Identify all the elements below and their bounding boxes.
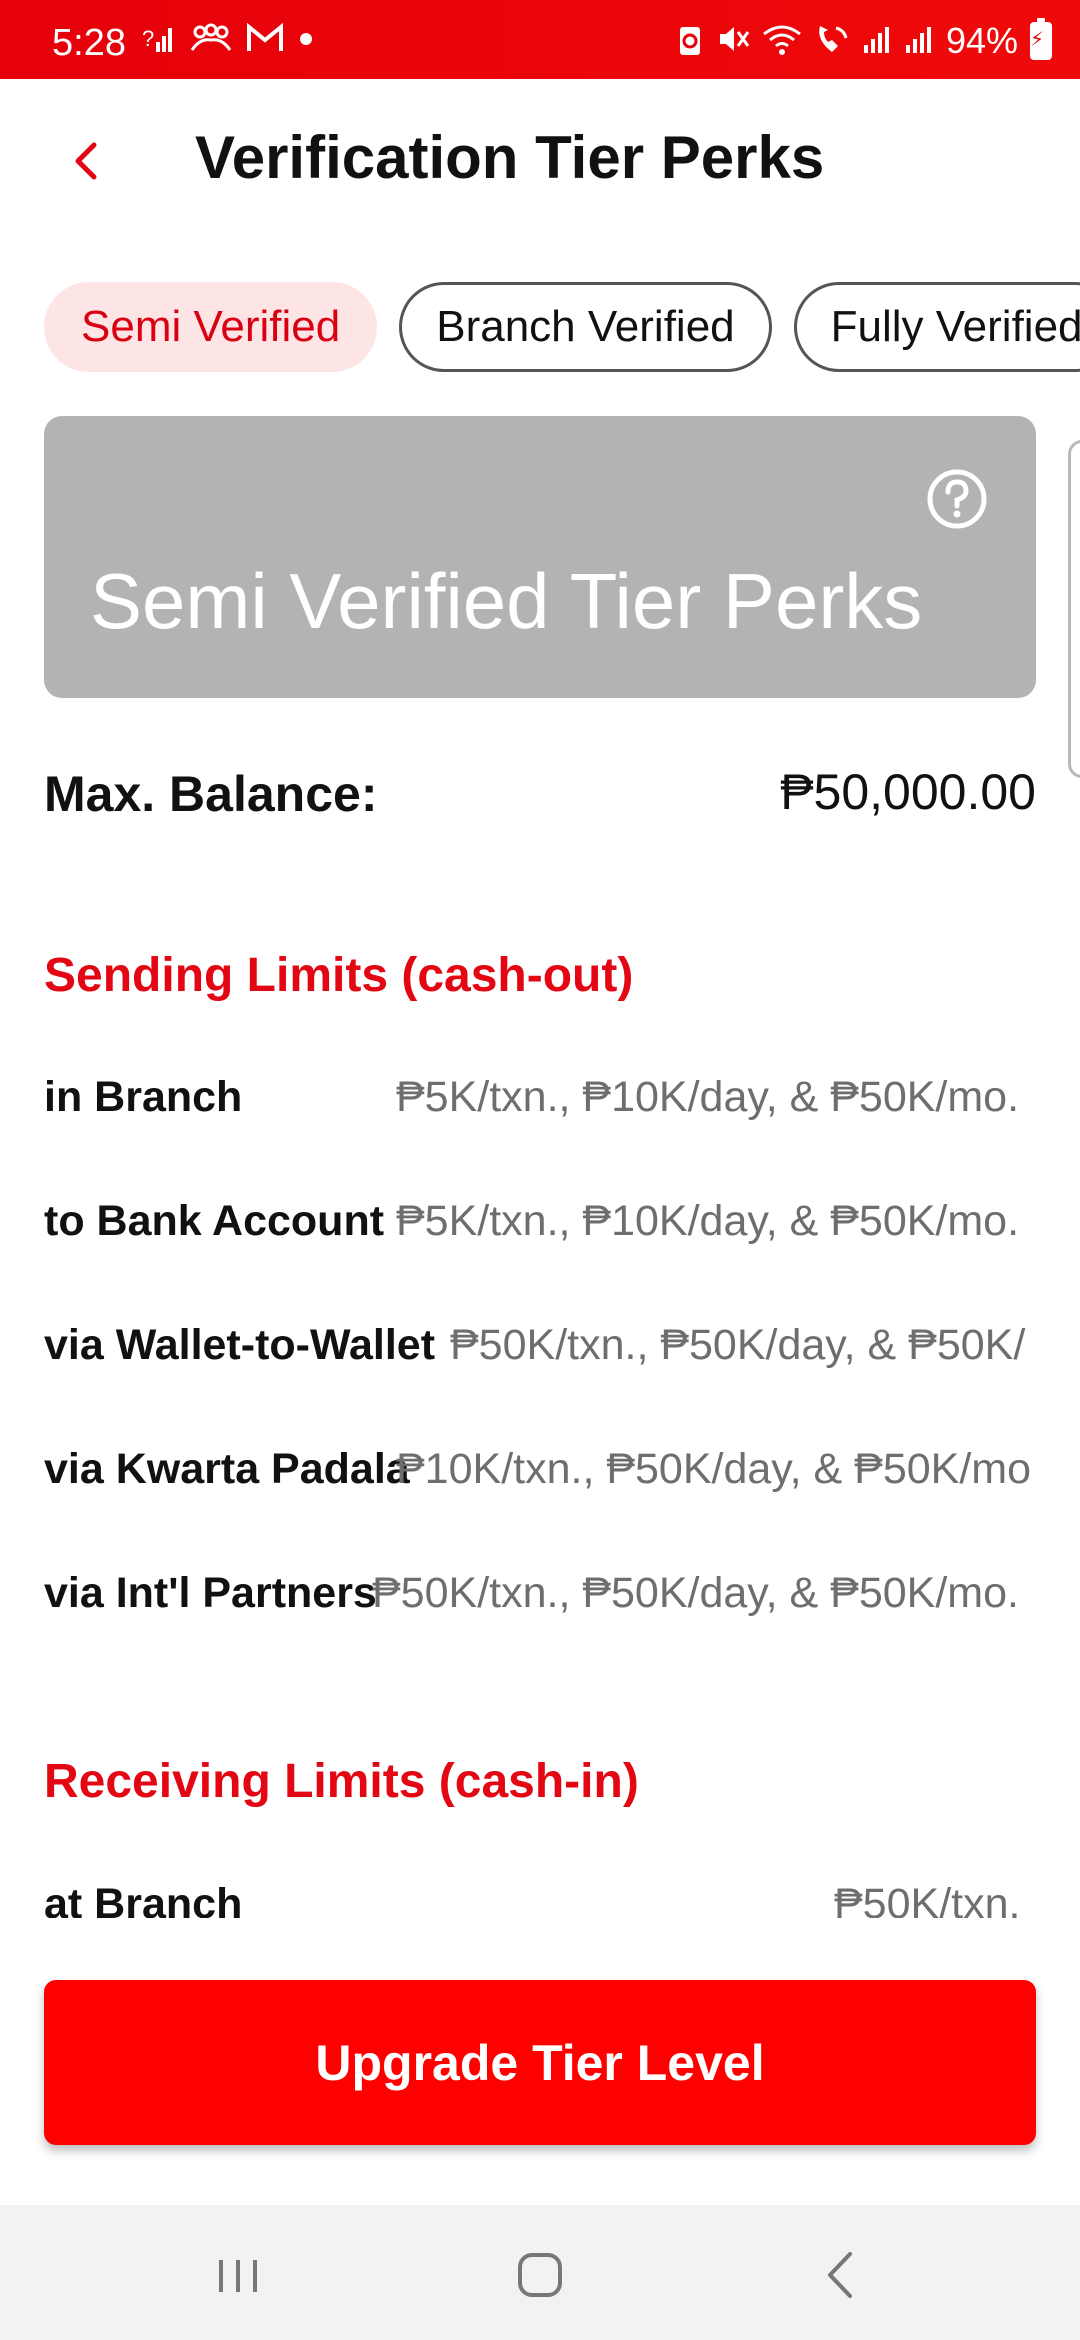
limit-label: to Bank Account [44,1197,385,1245]
screen: 5:28 ? 94% ⚡ Verification Tier Perks Sem… [0,0,1080,2340]
limit-label: via Int'l Partners [44,1569,377,1617]
upgrade-tier-button[interactable]: Upgrade Tier Level [44,1980,1036,2145]
system-nav-bar [0,2205,1080,2340]
home-icon [518,2253,562,2297]
tier-perks-card: Semi Verified Tier Perks [44,416,1036,698]
limit-row-intl-partners: via Int'l Partners ₱50K/txn., ₱50K/day, … [44,1569,1080,1629]
sending-limits-title: Sending Limits (cash-out) [44,949,634,1002]
battery-charging-icon [1030,18,1052,60]
limit-label: at Branch [44,1880,243,1918]
tier-tabs: Semi Verified Branch Verified Fully Veri… [44,282,1080,372]
next-card-peek[interactable] [1068,440,1080,778]
tab-branch-verified[interactable]: Branch Verified [399,282,772,372]
limit-value: ₱5K/txn., ₱10K/day, & ₱50K/mo. [396,1073,1020,1121]
limit-value: ₱5K/txn., ₱10K/day, & ₱50K/mo. [396,1197,1020,1245]
wifi-icon [762,22,802,61]
recents-button[interactable] [203,2240,273,2310]
gmail-icon [246,22,284,62]
max-balance-value: ₱50,000.00 [780,764,1036,820]
limit-row-bank-account: to Bank Account ₱5K/txn., ₱10K/day, & ₱5… [44,1197,1080,1257]
limit-row-wallet-to-wallet: via Wallet-to-Wallet ₱50K/txn., ₱50K/day… [44,1321,1080,1381]
tab-fully-verified[interactable]: Fully Verified [793,282,1080,372]
limit-row-in-branch: in Branch ₱5K/txn., ₱10K/day, & ₱50K/mo. [44,1073,1080,1133]
status-bar: 5:28 ? 94% ⚡ [0,0,1080,79]
help-icon[interactable] [926,468,988,530]
back-icon [828,2252,852,2298]
limit-value: ₱50K/txn., ₱50K/day, & ₱50K/mo. [372,1569,1019,1617]
limit-value: ₱10K/txn., ₱50K/day, & ₱50K/mo [396,1445,1032,1493]
home-button[interactable] [505,2240,575,2310]
dot-icon [298,23,314,62]
status-notification-icons: ? [142,22,314,63]
tab-semi-verified[interactable]: Semi Verified [44,282,378,372]
recents-icon [219,2260,257,2292]
wifi-call-icon [814,22,850,61]
status-time: 5:28 [52,22,126,64]
nav-back-button[interactable] [808,2240,878,2310]
header: Verification Tier Perks [0,79,1080,249]
limit-label: via Kwarta Padala [44,1445,410,1493]
limit-value: ₱50K/txn. [834,1880,1021,1918]
battery-percent: 94% [945,20,1018,61]
limit-row-at-branch: at Branch ₱50K/txn. [44,1880,1080,1918]
mute-icon [716,22,750,61]
page-title: Verification Tier Perks [195,124,825,191]
signal-unknown-icon: ? [142,22,176,63]
status-system-icons: 94% [676,18,1052,62]
chevron-left-icon [75,142,97,180]
svg-text:?: ? [142,26,154,51]
back-button[interactable] [58,131,118,191]
limit-value: ₱50K/txn., ₱50K/day, & ₱50K/ [450,1321,1026,1369]
max-balance-label: Max. Balance: [44,766,378,822]
group-icon [190,22,232,63]
signal-icon [904,23,934,60]
limit-label: in Branch [44,1073,243,1121]
limit-row-kwarta-padala: via Kwarta Padala ₱10K/txn., ₱50K/day, &… [44,1445,1080,1505]
limit-label: via Wallet-to-Wallet [44,1321,436,1369]
receiving-limits-title: Receiving Limits (cash-in) [44,1755,639,1808]
scroll-clip: at Branch ₱50K/txn. [0,1880,1080,1918]
signal-icon [862,23,892,60]
card-title: Semi Verified Tier Perks [90,557,923,645]
battery-saver-icon [676,21,704,62]
